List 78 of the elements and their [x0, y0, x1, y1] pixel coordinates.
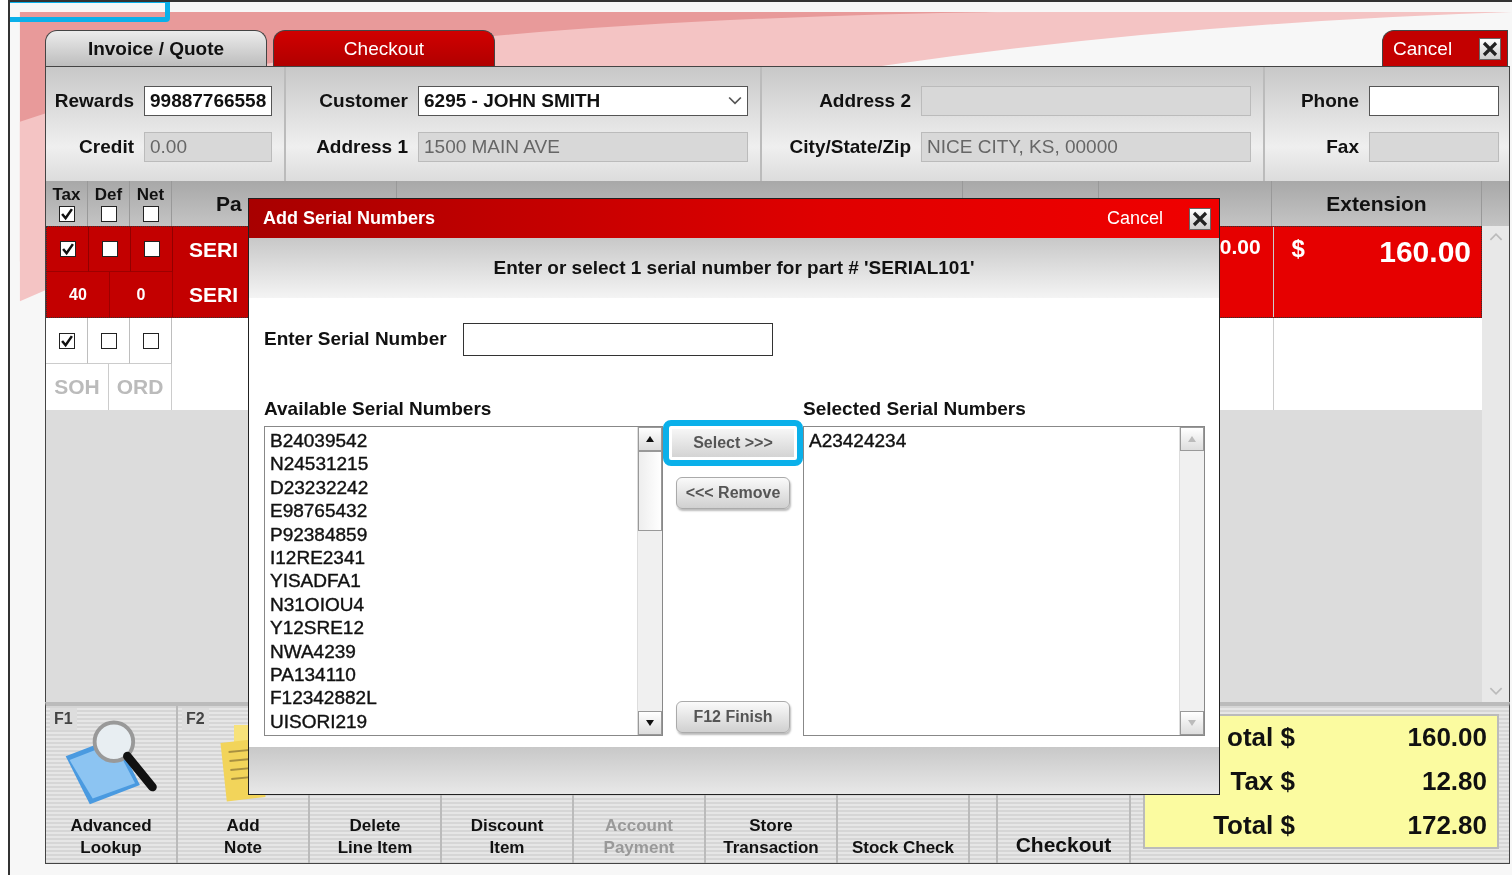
list-item[interactable]: P92384859	[270, 522, 632, 546]
list-item[interactable]: I12RE2341	[270, 545, 632, 570]
field-label: Enter Serial Number	[264, 328, 447, 350]
field-label: Rewards	[54, 90, 134, 112]
cancel-button[interactable]: Cancel	[1100, 207, 1169, 230]
checkbox[interactable]	[142, 332, 159, 349]
total-value: 160.00	[1407, 722, 1487, 754]
dialog-button[interactable]: Select >>>	[663, 420, 803, 466]
list-item[interactable]: YISADFA1	[270, 569, 632, 593]
checkbox[interactable]	[58, 206, 75, 222]
table-cell: 160.00	[1379, 235, 1471, 269]
list-item[interactable]: B24039542	[270, 429, 632, 453]
table-cell: SOH	[46, 364, 109, 410]
column-header: Pa	[216, 191, 242, 216]
column-header: Extension	[1326, 191, 1427, 216]
toolbar-button[interactable]: F1 Advanced Lookup	[46, 706, 178, 863]
table-cell: 0	[110, 272, 173, 317]
list-item[interactable]: N24531215	[270, 452, 632, 476]
table-cell: $	[1291, 235, 1305, 263]
total-value: 12.80	[1421, 766, 1487, 797]
list-label: Available Serial Numbers	[264, 398, 493, 420]
table-cell: 40	[47, 272, 110, 317]
cancel-button[interactable]: Cancel	[1382, 30, 1508, 66]
column-header: Tax	[52, 185, 81, 205]
scrollbar[interactable]	[637, 427, 662, 735]
dialog-title: Add Serial Numbers	[263, 208, 436, 229]
table-cell-text: SERI	[189, 281, 239, 308]
dialog-button[interactable]: F12 Finish	[676, 701, 790, 733]
list-box[interactable]: B24039542 N24531215 D23232242 E98765432 P92384859 I12RE2341 YISADFA1 N31OIOU4 Y12SRE12 NWA4239 PA134110 F12342882L UISORI219	[264, 426, 663, 736]
total-value: 172.80	[1407, 809, 1487, 841]
total-label: Total $	[1213, 809, 1295, 841]
down-arrow-icon	[645, 719, 655, 727]
field-label: Address 2	[819, 90, 911, 112]
close-icon[interactable]	[1479, 37, 1501, 60]
checkbox[interactable]	[143, 241, 160, 257]
list-item[interactable]: Y12SRE12	[270, 616, 632, 640]
serial-number-field[interactable]	[462, 322, 773, 356]
up-arrow-icon	[645, 435, 655, 443]
column-header: Net	[136, 185, 165, 205]
table-cell: ORD	[109, 364, 172, 410]
field-label: Fax	[1326, 136, 1359, 158]
field-label: Credit	[79, 136, 134, 158]
column-header: Def	[94, 185, 123, 205]
checkbox[interactable]	[142, 206, 159, 222]
list-label: Selected Serial Numbers	[803, 398, 1027, 420]
list-item[interactable]: PA134110	[270, 662, 632, 687]
list-item[interactable]: N31OIOU4	[270, 592, 632, 617]
input-field[interactable]: 6295 - JOHN SMITH	[418, 86, 748, 116]
list-item[interactable]: A23424234	[809, 429, 1174, 453]
list-item[interactable]: D23232242	[270, 475, 632, 500]
dropdown-icon[interactable]	[728, 96, 742, 106]
instruction-text: Enter or select 1 serial number for part # 'SERIAL101'	[493, 257, 975, 279]
field-label: Address 1	[316, 136, 408, 158]
field-label: Customer	[319, 90, 408, 112]
list-box[interactable]: A23424234	[803, 426, 1205, 736]
checkbox[interactable]	[58, 332, 75, 349]
tab[interactable]: Checkout	[273, 30, 495, 66]
input-field[interactable]	[1369, 86, 1499, 116]
scroll-up-button[interactable]	[638, 427, 662, 451]
down-arrow-icon	[1187, 719, 1197, 727]
total-label: Tax $	[1230, 766, 1295, 797]
total-label: otal $	[1227, 722, 1295, 754]
up-arrow-icon	[1187, 435, 1197, 443]
close-icon[interactable]	[1189, 207, 1211, 230]
field-label: City/State/Zip	[789, 136, 911, 158]
tab[interactable]: Invoice / Quote	[45, 30, 267, 66]
list-item[interactable]: E98765432	[270, 499, 632, 523]
list-item[interactable]: NWA4239	[270, 639, 632, 663]
checkbox[interactable]	[100, 332, 117, 349]
input-field[interactable]: 99887766558	[144, 86, 272, 116]
table-cell: 0.00	[1219, 235, 1261, 259]
table-cell-text: SERI	[189, 236, 239, 263]
checkbox[interactable]	[100, 206, 117, 222]
dialog-button[interactable]: <<< Remove	[676, 477, 790, 509]
scroll-down-button[interactable]	[638, 711, 662, 735]
field-label: Phone	[1300, 90, 1359, 112]
checkbox[interactable]	[101, 241, 118, 257]
checkbox[interactable]	[59, 241, 76, 257]
